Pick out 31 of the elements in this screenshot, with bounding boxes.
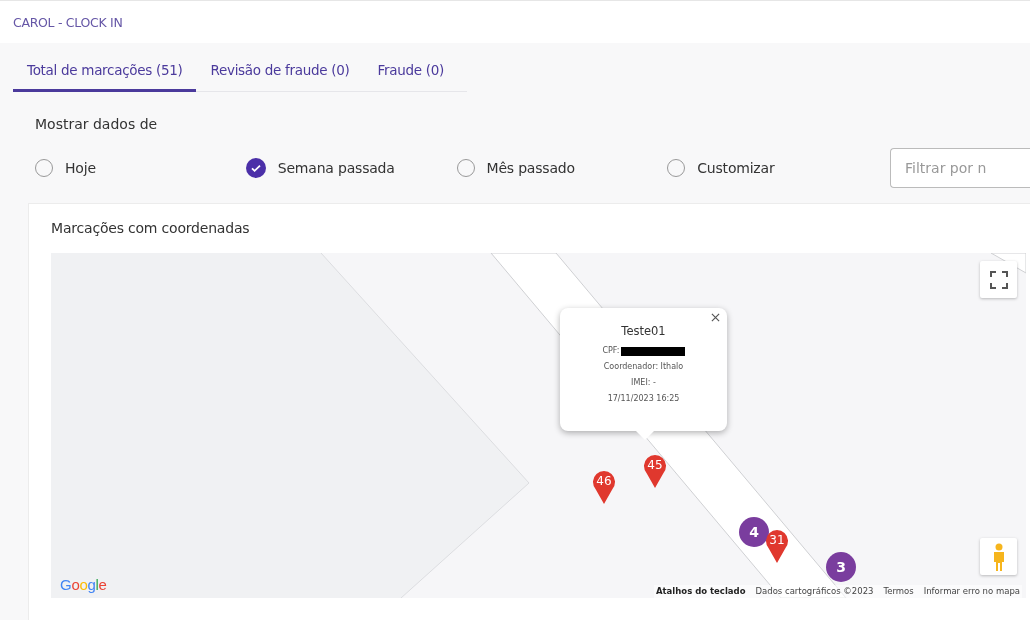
tab[interactable]: Total de marcações (51) <box>13 55 197 92</box>
tab[interactable]: Revisão de fraude (0) <box>196 55 364 92</box>
radio-option[interactable]: Customizar <box>667 159 878 177</box>
map-pin[interactable]: 45 <box>643 455 667 489</box>
map-logo: Google <box>60 576 107 593</box>
person-icon <box>991 542 1006 571</box>
attribution-link[interactable]: Atalhos do teclado <box>655 585 746 598</box>
popup-text: 17/11/2023 16:25 <box>606 393 681 405</box>
section-label: Mostrar dados de <box>35 116 159 132</box>
pegman-button[interactable] <box>980 538 1017 575</box>
attribution-link[interactable]: Termos <box>883 585 914 598</box>
attribution-link[interactable]: Dados cartográficos ©2023 <box>755 585 874 598</box>
redaction-bar <box>620 346 685 356</box>
filter-field[interactable]: Filtrar por n <box>890 148 1030 188</box>
radio-option[interactable]: Semana passada <box>245 158 457 178</box>
map-pin[interactable]: 31 <box>765 530 789 564</box>
radio-button[interactable] <box>245 158 266 178</box>
radio-option[interactable]: Hoje <box>35 159 246 177</box>
window-title: CAROL - CLOCK IN <box>13 14 123 30</box>
tab[interactable]: Fraude (0) <box>363 55 458 92</box>
fullscreen-button[interactable] <box>980 261 1017 298</box>
radio-option[interactable]: Mês passado <box>456 159 668 177</box>
card-title: Marcações com coordenadas <box>51 220 251 236</box>
map-pin[interactable]: 46 <box>592 471 616 505</box>
popup-title: Teste01 <box>620 324 667 338</box>
fullscreen-icon <box>989 270 1008 289</box>
close-icon[interactable] <box>710 312 721 323</box>
attribution-link[interactable]: Informar erro no mapa <box>923 585 1020 598</box>
popup-text: IMEI: - <box>630 377 657 389</box>
popup-text: CPF: <box>602 345 620 357</box>
popup-text: Coordenador: Ithalo <box>602 361 685 373</box>
